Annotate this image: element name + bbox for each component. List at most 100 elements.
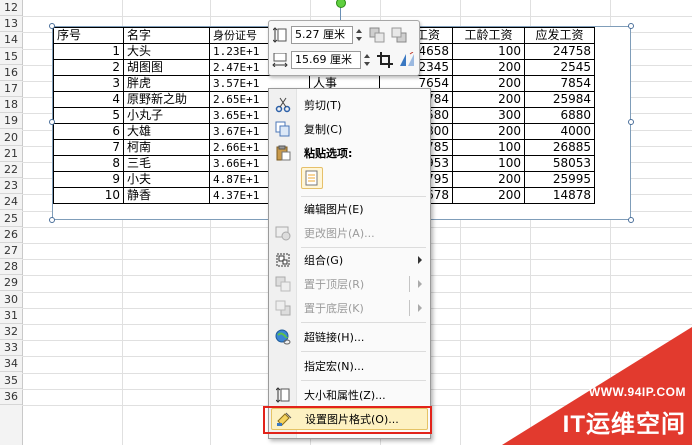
row-header[interactable]: 19 bbox=[0, 113, 22, 130]
table-cell: 大雄 bbox=[123, 123, 210, 140]
menu-separator bbox=[301, 247, 426, 248]
table-cell: 100 bbox=[452, 155, 525, 172]
crop-icon[interactable] bbox=[376, 51, 394, 69]
row-header[interactable]: 18 bbox=[0, 97, 22, 114]
size-properties-icon bbox=[271, 385, 295, 405]
table-cell: 7854 bbox=[524, 75, 595, 92]
menu-item-assign-macro[interactable]: 指定宏(N)... bbox=[271, 355, 428, 377]
table-cell: 小丸子 bbox=[123, 107, 210, 124]
row-header[interactable]: 12 bbox=[0, 0, 22, 16]
table-cell: 4 bbox=[53, 91, 124, 108]
menu-item-copy[interactable]: 复制(C) bbox=[271, 118, 428, 140]
send-backward-icon[interactable] bbox=[390, 26, 408, 44]
row-header[interactable]: 34 bbox=[0, 356, 22, 373]
row-header[interactable]: 21 bbox=[0, 146, 22, 162]
menu-item-paste-options: 粘贴选项: bbox=[271, 142, 428, 164]
resize-handle-mr[interactable] bbox=[628, 119, 634, 125]
table-cell: 6880 bbox=[524, 107, 595, 124]
menu-item-send-to-back: 置于底层(K) bbox=[271, 297, 428, 319]
resize-handle-br[interactable] bbox=[628, 217, 634, 223]
hyperlink-globe-icon bbox=[271, 327, 295, 347]
row-header[interactable]: 16 bbox=[0, 65, 22, 81]
menu-item-hyperlink[interactable]: 超链接(H)... bbox=[271, 326, 428, 348]
paste-icon bbox=[271, 143, 295, 163]
row-header[interactable]: 25 bbox=[0, 211, 22, 227]
submenu-arrow-icon bbox=[418, 256, 422, 264]
row-header[interactable]: 26 bbox=[0, 227, 22, 243]
table-cell: 8 bbox=[53, 155, 124, 172]
menu-separator bbox=[301, 196, 426, 197]
table-cell: 3 bbox=[53, 75, 124, 92]
resize-handle-tl[interactable] bbox=[49, 23, 55, 29]
resize-handle-bl[interactable] bbox=[49, 217, 55, 223]
paste-option-picture-button[interactable] bbox=[301, 167, 323, 189]
table-cell: 200 bbox=[452, 91, 525, 108]
row-header[interactable]: 33 bbox=[0, 340, 22, 357]
submenu-arrow-icon bbox=[418, 304, 422, 312]
group-icon bbox=[271, 250, 295, 270]
table-cell: 6 bbox=[53, 123, 124, 140]
height-spinner[interactable] bbox=[355, 26, 364, 44]
menu-item-edit-picture[interactable]: 编辑图片(E) bbox=[271, 198, 428, 220]
table-header-cell: 序号 bbox=[53, 27, 124, 44]
width-icon bbox=[272, 52, 288, 68]
table-cell: 1 bbox=[53, 43, 124, 60]
table-cell: 胖虎 bbox=[123, 75, 210, 92]
width-input[interactable]: 15.69 厘米 bbox=[291, 51, 361, 69]
paste-picture-icon bbox=[305, 170, 318, 186]
row-header[interactable]: 35 bbox=[0, 373, 22, 389]
table-cell: 300 bbox=[452, 107, 525, 124]
bring-forward-icon[interactable] bbox=[368, 26, 386, 44]
table-cell: 100 bbox=[452, 139, 525, 156]
menu-item-cut[interactable]: 剪切(T) bbox=[271, 94, 428, 116]
table-cell: 柯南 bbox=[123, 139, 210, 156]
resize-handle-ml[interactable] bbox=[49, 119, 55, 125]
table-header-cell: 名字 bbox=[123, 27, 210, 44]
table-cell: 200 bbox=[452, 187, 525, 204]
row-header[interactable]: 14 bbox=[0, 32, 22, 49]
context-menu: 剪切(T) 复制(C) 粘贴选项: 编辑图片(E) 更改图片(A)... 组合(… bbox=[268, 88, 431, 439]
row-header[interactable]: 30 bbox=[0, 292, 22, 308]
row-header[interactable]: 31 bbox=[0, 308, 22, 324]
menu-separator bbox=[301, 322, 426, 323]
menu-item-group[interactable]: 组合(G) bbox=[271, 249, 428, 271]
mini-toolbar: 5.27 厘米 15.69 厘米 bbox=[268, 20, 420, 76]
menu-item-change-picture: 更改图片(A)... bbox=[271, 222, 428, 244]
resize-handle-tr[interactable] bbox=[628, 23, 634, 29]
row-header[interactable]: 27 bbox=[0, 243, 22, 259]
row-header-column: 12 13 14 15 16 17 18 19 20 21 22 23 24 25 26 27 28 29 30 31… bbox=[0, 0, 23, 445]
table-cell: 5 bbox=[53, 107, 124, 124]
watermark: WWW.94IP.COM IT运维空间 bbox=[502, 327, 692, 445]
row-header[interactable]: 17 bbox=[0, 81, 22, 97]
table-cell: 25995 bbox=[524, 171, 595, 188]
table-cell: 26885 bbox=[524, 139, 595, 156]
row-header[interactable]: 15 bbox=[0, 49, 22, 65]
row-header[interactable]: 32 bbox=[0, 324, 22, 340]
table-cell: 小夫 bbox=[123, 171, 210, 188]
table-cell: 24758 bbox=[524, 43, 595, 60]
row-header[interactable]: 23 bbox=[0, 178, 22, 195]
height-input[interactable]: 5.27 厘米 bbox=[291, 26, 353, 44]
row-header[interactable]: 24 bbox=[0, 194, 22, 211]
table-cell: 58053 bbox=[524, 155, 595, 172]
table-cell: 2 bbox=[53, 59, 124, 76]
row-header[interactable]: 13 bbox=[0, 16, 22, 33]
table-cell: 200 bbox=[452, 171, 525, 188]
table-cell: 4000 bbox=[524, 123, 595, 140]
menu-item-size-properties[interactable]: 大小和属性(Z)... bbox=[271, 384, 428, 406]
row-header[interactable]: 36 bbox=[0, 389, 22, 405]
scissors-icon bbox=[271, 95, 295, 115]
width-spinner[interactable] bbox=[363, 51, 372, 69]
bring-to-front-icon bbox=[271, 274, 295, 294]
row-header[interactable]: 22 bbox=[0, 162, 22, 178]
table-cell: 9 bbox=[53, 171, 124, 188]
table-cell: 2545 bbox=[524, 59, 595, 76]
row-header[interactable]: 20 bbox=[0, 130, 22, 146]
rotate-icon[interactable] bbox=[398, 51, 416, 69]
submenu-arrow-icon bbox=[418, 280, 422, 288]
table-cell: 7 bbox=[53, 139, 124, 156]
row-header[interactable]: 29 bbox=[0, 275, 22, 292]
row-header[interactable]: 28 bbox=[0, 259, 22, 276]
table-cell: 原野新之助 bbox=[123, 91, 210, 108]
table-cell: 200 bbox=[452, 59, 525, 76]
